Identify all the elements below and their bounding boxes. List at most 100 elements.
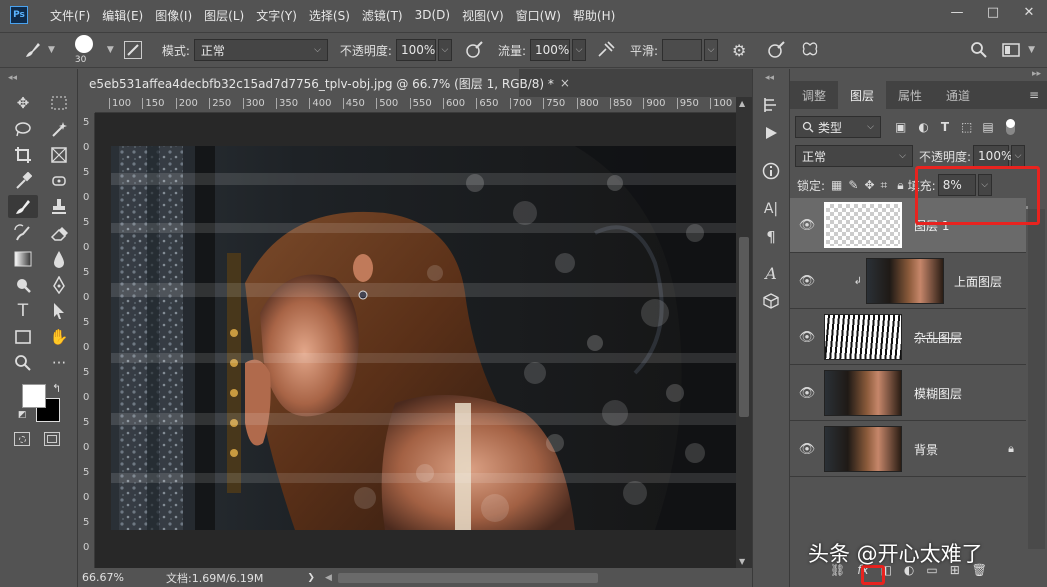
lock-transparent-icon[interactable]: ▦	[831, 178, 842, 192]
blur-tool-icon[interactable]	[44, 247, 74, 270]
default-colors-icon[interactable]: ◩	[18, 410, 27, 420]
restore-button[interactable]: □	[975, 0, 1011, 24]
panel-expand-icon[interactable]: ▸▸	[1032, 69, 1041, 79]
menu-layer[interactable]: 图层(L)	[204, 7, 244, 24]
pressure-opacity-icon[interactable]	[464, 40, 484, 60]
chevron-down-icon[interactable]: ▼	[107, 45, 114, 55]
workspace-icon[interactable]	[1002, 43, 1020, 57]
layer-kind-filter[interactable]: 类型 ⌵	[795, 116, 881, 138]
layer-opacity-chevron-icon[interactable]: ⌵	[1011, 145, 1026, 167]
scroll-thumb[interactable]	[739, 237, 749, 417]
menu-help[interactable]: 帮助(H)	[573, 7, 615, 24]
symmetry-butterfly-icon[interactable]	[800, 40, 820, 60]
menu-3d[interactable]: 3D(D)	[415, 8, 450, 22]
menu-image[interactable]: 图像(I)	[155, 7, 192, 24]
menu-filter[interactable]: 滤镜(T)	[362, 7, 403, 24]
dock-collapse-icon[interactable]: ◂◂	[753, 69, 789, 91]
move-tool-icon[interactable]: ✥	[8, 91, 38, 114]
menu-select[interactable]: 选择(S)	[309, 7, 350, 24]
menu-view[interactable]: 视图(V)	[462, 7, 504, 24]
magic-wand-icon[interactable]	[44, 117, 74, 140]
document-tab[interactable]: e5eb531affea4decbfb32c15ad7d7756_tplv-ob…	[79, 69, 570, 97]
minimize-button[interactable]: —	[939, 0, 975, 24]
canvas-viewport[interactable]	[95, 113, 736, 568]
close-tab-icon[interactable]: ×	[560, 76, 570, 90]
type-tool-icon[interactable]: T	[8, 299, 38, 322]
layer-row[interactable]: 👁︎ 背景 🔒︎	[790, 422, 1026, 477]
brush-size-picker[interactable]: 30	[69, 33, 103, 67]
layers-scrollbar[interactable]	[1028, 209, 1045, 549]
opacity-chevron-icon[interactable]: ⌵	[437, 39, 452, 61]
visibility-eye-icon[interactable]: 👁︎	[790, 386, 824, 401]
horizontal-scrollbar[interactable]	[337, 572, 598, 583]
smart-object-filter-icon[interactable]: ▤	[982, 120, 993, 134]
visibility-eye-icon[interactable]: 👁︎	[790, 442, 824, 457]
pen-tool-icon[interactable]	[44, 273, 74, 296]
gear-icon[interactable]: ⚙	[732, 41, 746, 60]
brush-tool-preset-icon[interactable]	[22, 39, 44, 61]
smoothing-chevron-icon[interactable]: ⌵	[704, 39, 719, 61]
path-selection-icon[interactable]	[44, 299, 74, 322]
zoom-level[interactable]: 66.67%	[82, 571, 142, 584]
menu-edit[interactable]: 编辑(E)	[102, 7, 143, 24]
shape-filter-icon[interactable]: ⬚	[961, 120, 972, 134]
type-filter-icon[interactable]: T	[941, 120, 949, 134]
airbrush-icon[interactable]	[596, 40, 616, 60]
opacity-input[interactable]: 100%	[395, 39, 436, 61]
rectangle-tool-icon[interactable]	[8, 325, 38, 348]
lasso-tool-icon[interactable]	[8, 117, 38, 140]
chevron-down-icon[interactable]: ▼	[48, 45, 55, 55]
3d-panel-icon[interactable]	[753, 287, 789, 315]
spot-healing-icon[interactable]	[44, 169, 74, 192]
scroll-up-icon[interactable]: ▲	[739, 99, 745, 108]
status-menu-chevron-icon[interactable]: ❯	[307, 573, 315, 583]
quick-mask-icon[interactable]	[14, 432, 30, 446]
hand-tool-icon[interactable]: ✋	[44, 325, 74, 348]
blend-mode-select[interactable]: 正常 ⌵	[795, 145, 913, 167]
zoom-tool-icon[interactable]	[8, 351, 38, 374]
pressure-size-icon[interactable]	[766, 40, 786, 60]
glyphs-panel-icon[interactable]: A	[753, 259, 789, 287]
paragraph-panel-icon[interactable]: ¶	[753, 223, 789, 251]
visibility-eye-icon[interactable]: 👁︎	[790, 274, 824, 289]
swap-colors-icon[interactable]: ↰	[52, 382, 61, 395]
pixel-filter-icon[interactable]: ▣	[895, 120, 906, 134]
flow-chevron-icon[interactable]: ⌵	[571, 39, 586, 61]
lock-position-icon[interactable]: ✥	[864, 178, 874, 192]
dodge-tool-icon[interactable]	[8, 273, 38, 296]
vertical-scrollbar[interactable]: ▲ ▼	[736, 97, 752, 568]
smoothing-input[interactable]	[662, 39, 703, 61]
frame-tool-icon[interactable]	[44, 143, 74, 166]
eraser-icon[interactable]	[44, 221, 74, 244]
chevron-down-icon[interactable]: ▼	[1028, 45, 1035, 55]
visibility-eye-icon[interactable]: 👁︎	[790, 330, 824, 345]
screen-mode-icon[interactable]	[44, 432, 60, 446]
document-canvas[interactable]	[95, 113, 736, 568]
layer-row[interactable]: 👁︎ ↲ 上面图层	[790, 254, 1026, 309]
brush-panel-toggle-icon[interactable]	[123, 41, 142, 59]
lock-artboard-icon[interactable]: ⌗	[881, 178, 888, 193]
search-icon[interactable]	[970, 41, 988, 59]
tab-properties[interactable]: 属性	[886, 81, 934, 109]
close-button[interactable]: ✕	[1011, 0, 1047, 24]
lock-pixels-brush-icon[interactable]: ✎	[848, 178, 858, 192]
tab-layers[interactable]: 图层	[838, 81, 887, 109]
layer-row[interactable]: 👁︎ 杂乱图层	[790, 310, 1026, 365]
tab-channels[interactable]: 通道	[934, 81, 982, 109]
history-panel-icon[interactable]	[753, 91, 789, 119]
gradient-tool-icon[interactable]	[8, 247, 38, 270]
visibility-eye-icon[interactable]: 👁︎	[790, 218, 824, 233]
adjustment-filter-icon[interactable]: ◐	[918, 120, 928, 134]
marquee-tool-icon[interactable]	[44, 91, 74, 114]
actions-play-icon[interactable]	[753, 119, 789, 147]
menu-file[interactable]: 文件(F)	[50, 7, 90, 24]
flow-input[interactable]: 100%	[529, 39, 570, 61]
tab-adjustments[interactable]: 调整	[790, 81, 838, 109]
hscroll-left-icon[interactable]: ◀	[325, 573, 332, 583]
panel-collapse-icon[interactable]: ◂◂	[0, 69, 77, 91]
brush-tool-icon[interactable]	[8, 195, 38, 218]
character-panel-icon[interactable]: A|	[753, 195, 789, 223]
crop-tool-icon[interactable]	[8, 143, 38, 166]
mode-select[interactable]: 正常 ⌵	[193, 39, 328, 61]
lock-all-icon[interactable]: 🔒︎	[897, 178, 903, 193]
